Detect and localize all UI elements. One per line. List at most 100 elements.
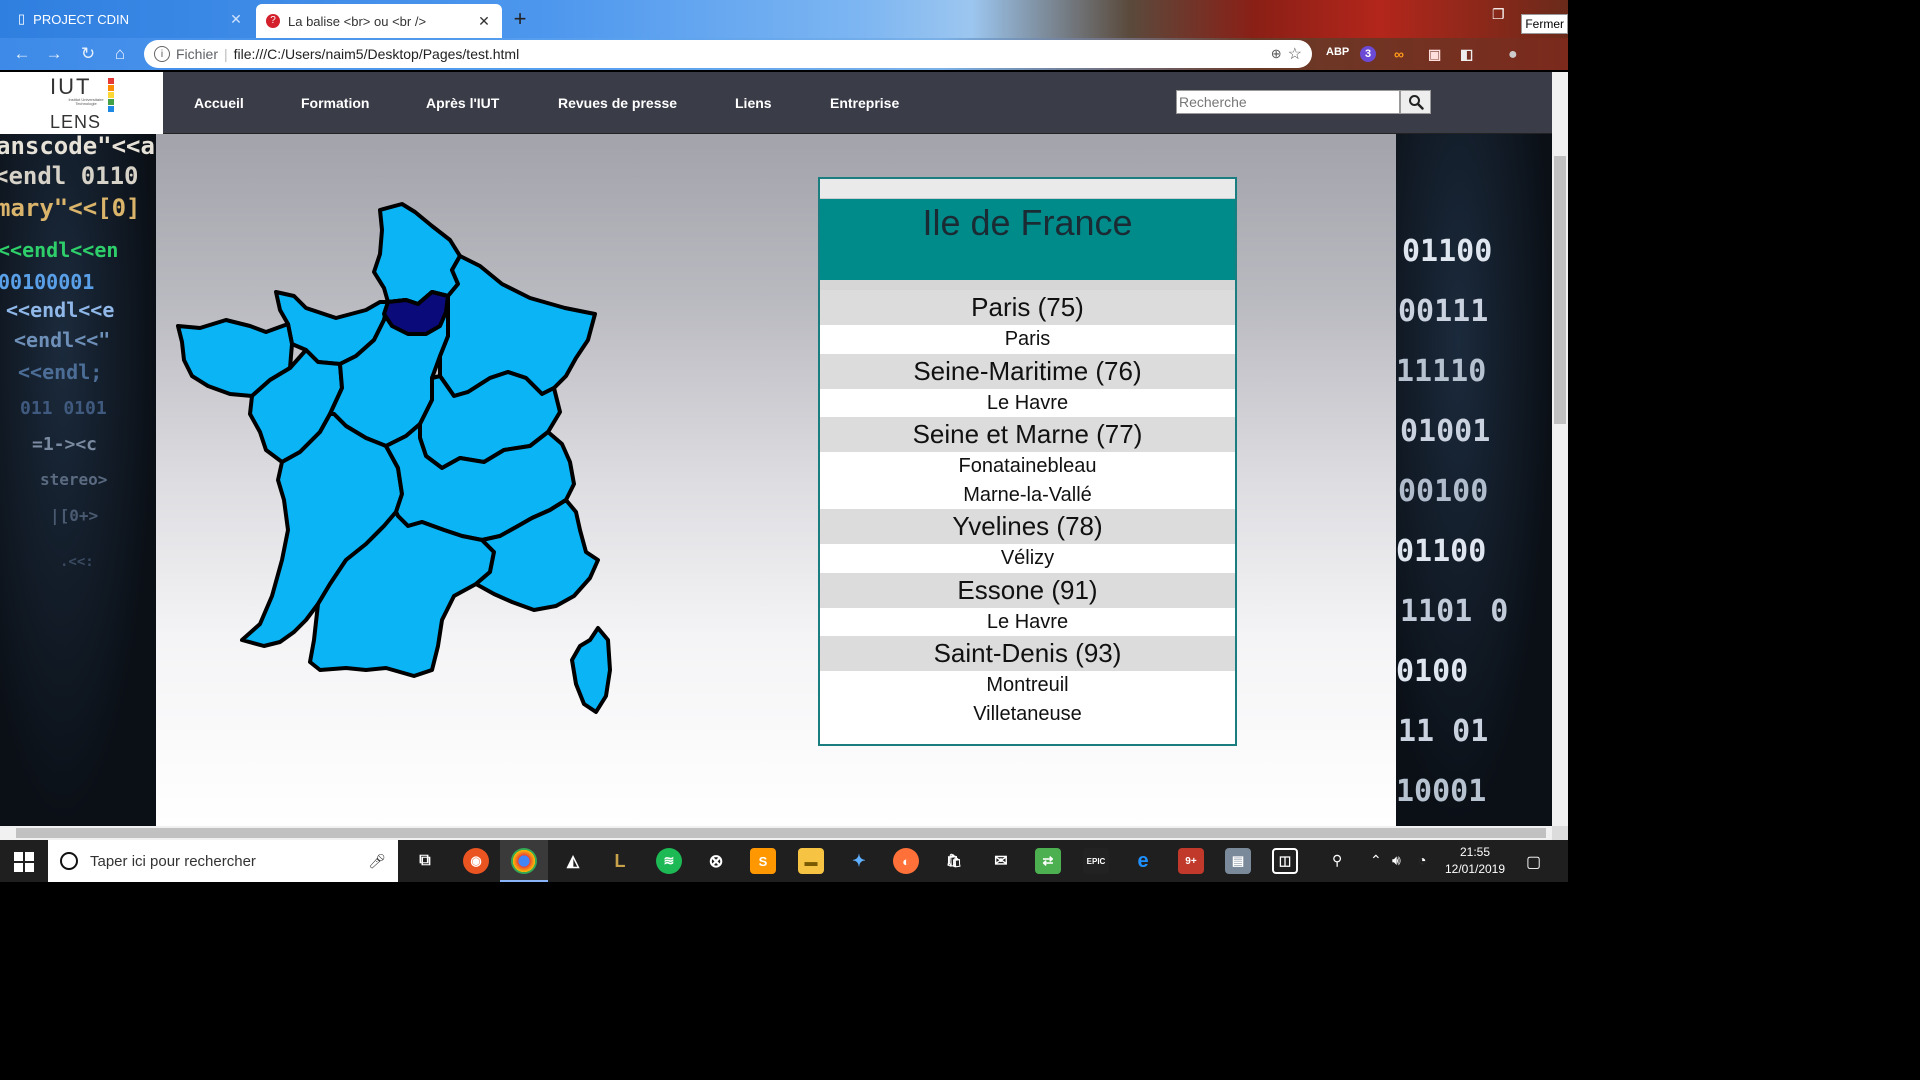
search-icon: [1408, 95, 1424, 110]
action-center-icon[interactable]: ▢: [1526, 852, 1541, 872]
scroll-corner: [1552, 826, 1568, 840]
restore-icon[interactable]: ❐: [1492, 6, 1505, 23]
extension-icon[interactable]: ◧: [1460, 46, 1473, 63]
epic-games-icon[interactable]: EPIC: [1083, 848, 1109, 874]
logo-color-bar: [108, 106, 114, 112]
volume-icon[interactable]: 🔊︎: [1392, 852, 1401, 869]
url-scheme: Fichier: [176, 46, 219, 62]
search-button[interactable]: [1400, 90, 1431, 114]
url-text[interactable]: file:///C:/Users/naim5/Desktop/Pages/tes…: [234, 46, 1265, 62]
horizontal-scroll-thumb[interactable]: [16, 828, 1546, 838]
close-icon[interactable]: ✕: [228, 11, 244, 28]
wifi-icon[interactable]: ◔: [1418, 852, 1426, 868]
sublime-text-icon[interactable]: S: [750, 848, 776, 874]
forward-icon[interactable]: →: [44, 44, 64, 64]
map-region-hauts-de-france: [372, 202, 462, 306]
task-view-icon[interactable]: ⧉: [412, 848, 438, 874]
city-item: Fonatainebleau: [820, 452, 1235, 481]
tab-title: PROJECT CDIN: [33, 11, 129, 27]
close-icon[interactable]: ✕: [476, 13, 492, 30]
search-input[interactable]: [1176, 90, 1400, 114]
league-icon[interactable]: L: [607, 848, 633, 874]
city-item: Villetaneuse: [820, 699, 1235, 728]
windows-start-icon[interactable]: [14, 852, 34, 872]
store-icon[interactable]: 🛍︎: [941, 848, 967, 874]
vertical-scroll-thumb[interactable]: [1554, 156, 1566, 424]
department-heading: Seine et Marne (77): [820, 417, 1235, 452]
nav-formation[interactable]: Formation: [301, 95, 369, 111]
address-bar[interactable]: i Fichier | file:///C:/Users/naim5/Deskt…: [144, 40, 1312, 68]
back-icon[interactable]: ←: [12, 44, 32, 64]
adblock-extension-icon[interactable]: ABP: [1326, 46, 1349, 58]
tab-title: La balise <br> ou <br />: [288, 13, 427, 29]
taskbar-search-box[interactable]: Taper ici pour rechercher 🎤︎: [48, 840, 398, 882]
app-icon[interactable]: ⇄: [1035, 848, 1061, 874]
clock-time: 21:55: [1459, 845, 1491, 859]
city-item: Paris: [820, 325, 1235, 354]
close-tooltip: Fermer: [1521, 14, 1568, 34]
tray-chevron-icon[interactable]: ⌃: [1370, 852, 1382, 869]
nav-accueil[interactable]: Accueil: [194, 95, 244, 111]
tab-project-cdin[interactable]: ▯ PROJECT CDIN ✕: [8, 4, 254, 34]
city-item: Le Havre: [820, 388, 1235, 417]
panel-divider: [820, 280, 1235, 290]
france-regions-map[interactable]: [170, 200, 630, 730]
cortana-icon: [60, 852, 78, 870]
ubuntu-icon[interactable]: ◉: [463, 848, 489, 874]
microphone-icon[interactable]: 🎤︎: [368, 853, 386, 870]
code-background-right: 01100 00111 11110 01001 00100 01100 1101…: [1396, 134, 1552, 826]
edge-icon[interactable]: e: [1130, 848, 1156, 874]
horizontal-scrollbar[interactable]: [0, 826, 1552, 840]
app-icon[interactable]: ◫: [1272, 848, 1298, 874]
mail-icon[interactable]: ✉: [988, 848, 1014, 874]
vertical-scrollbar[interactable]: [1552, 72, 1568, 826]
info-icon[interactable]: i: [154, 46, 170, 62]
map-region-corse: [570, 626, 612, 714]
firefox-icon[interactable]: ◐: [893, 848, 919, 874]
spotify-icon[interactable]: ≋: [656, 848, 682, 874]
translate-icon[interactable]: ⊕: [1271, 46, 1282, 62]
nav-entreprise[interactable]: Entreprise: [830, 95, 899, 111]
nav-apres-iut[interactable]: Après l'IUT: [426, 95, 499, 111]
city-item: Le Havre: [820, 607, 1235, 636]
panel-header: Ile de France: [820, 199, 1235, 280]
browser-tab-bar: ▯ PROJECT CDIN ✕ ? La balise <br> ou <br…: [0, 0, 1568, 38]
nav-revues-de-presse[interactable]: Revues de presse: [558, 95, 677, 111]
home-icon[interactable]: ⌂: [110, 44, 130, 64]
department-heading: Saint-Denis (93): [820, 636, 1235, 671]
extension-badge-icon[interactable]: 3: [1360, 46, 1376, 62]
people-icon[interactable]: ⚲: [1332, 852, 1342, 869]
profile-avatar-icon[interactable]: ●: [1508, 46, 1518, 64]
site-header: IUT Institut Universitaire Technologie L…: [0, 72, 1552, 134]
overwatch-icon[interactable]: ⊗: [703, 848, 729, 874]
notification-app-icon[interactable]: 9+: [1178, 848, 1204, 874]
infinity-extension-icon[interactable]: ∞: [1394, 46, 1404, 62]
logo-text-lens: LENS: [50, 112, 102, 132]
unity-icon[interactable]: ◭: [560, 848, 586, 874]
tab-la-balise[interactable]: ? La balise <br> ou <br /> ✕: [256, 4, 502, 38]
city-item: Montreuil: [820, 671, 1235, 700]
new-tab-button[interactable]: +: [509, 6, 531, 32]
nav-liens[interactable]: Liens: [735, 95, 772, 111]
reload-icon[interactable]: ↻: [78, 44, 98, 64]
chrome-icon[interactable]: [511, 848, 537, 874]
url-separator: |: [224, 46, 228, 62]
city-item: Vélizy: [820, 544, 1235, 573]
department-heading: Paris (75): [820, 290, 1235, 325]
code-background-left: anscode"<<a <endl 0110 mary"<<[0] <<endl…: [0, 134, 156, 826]
web-page: anscode"<<a <endl 0110 mary"<<[0] <<endl…: [0, 72, 1552, 826]
taskbar-clock[interactable]: 21:55 12/01/2019: [1440, 844, 1510, 878]
app-icon[interactable]: ✦: [846, 848, 872, 874]
logo-color-bar: [108, 78, 114, 84]
taskbar-search-placeholder: Taper ici pour rechercher: [90, 852, 256, 870]
app-icon[interactable]: ▤: [1225, 848, 1251, 874]
iut-lens-logo[interactable]: IUT Institut Universitaire Technologie L…: [0, 72, 163, 134]
clock-date: 12/01/2019: [1444, 862, 1506, 876]
region-title: Ile de France: [922, 202, 1133, 243]
bookmark-star-icon[interactable]: ☆: [1288, 44, 1302, 64]
logo-color-bar: [108, 85, 114, 91]
extension-icon[interactable]: ▣: [1428, 46, 1441, 63]
city-item: Marne-la-Vallé: [820, 480, 1235, 509]
file-explorer-icon[interactable]: ▬: [798, 848, 824, 874]
department-heading: Seine-Maritime (76): [820, 353, 1235, 389]
